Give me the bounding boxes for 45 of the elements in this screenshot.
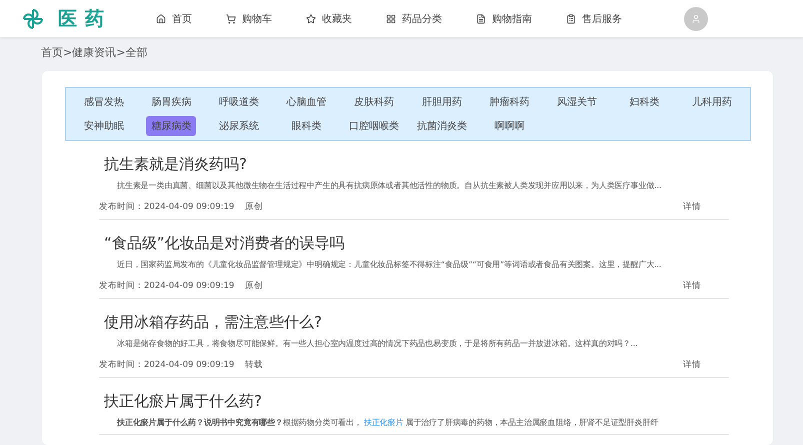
nav-link[interactable]: 售后服务 [554,12,634,26]
breadcrumb: 首页>健康资讯>全部 [40,45,148,61]
home-icon [156,14,166,24]
article-title[interactable]: 使用冰箱存药品，需注意些什么? [104,313,729,332]
category-tab[interactable]: 安神助眠 [78,116,129,136]
article-title[interactable]: “食品级”化妆品是对消费者的误导吗 [104,234,729,253]
category-tab[interactable]: 啊啊啊 [489,116,530,136]
nav-link[interactable]: 首页 [144,12,204,26]
category-tab[interactable]: 妇科类 [624,92,665,112]
category-tab[interactable]: 眼科类 [286,116,327,136]
publish-time: 发布时间：2024-04-09 09:09:19 [99,280,236,292]
star-icon [306,14,316,24]
category-tab[interactable]: 泌尿系统 [214,116,264,136]
category-tab[interactable]: 儿科用药 [687,92,738,112]
logo-icon [22,8,44,30]
category-tab[interactable]: 口腔咽喉类 [344,116,404,136]
publish-time: 发布时间：2024-04-09 09:09:19 [99,359,236,371]
detail-link[interactable]: 详情 [683,359,701,371]
category-tab[interactable]: 肝胆用药 [416,92,467,112]
article-title[interactable]: 抗生素就是消炎药吗? [104,155,729,174]
nav-link[interactable]: 购物指南 [464,12,544,26]
clipboard-icon [566,14,576,24]
category-tab[interactable]: 心脑血管 [282,92,332,112]
category-tab[interactable]: 肠胃疾病 [146,92,196,112]
nav-link[interactable]: 购物车 [214,12,284,26]
category-tab[interactable]: 抗菌消炎类 [412,116,472,136]
cart-icon [226,14,236,24]
article-source: 原创 [245,280,263,292]
category-tab[interactable]: 皮肤科药 [349,92,400,112]
category-tab[interactable]: 肿瘤科药 [484,92,534,112]
category-tab[interactable]: 呼吸道类 [214,92,264,112]
detail-link[interactable]: 详情 [683,201,701,213]
article-title[interactable]: 扶正化瘀片属于什么药? [104,392,729,411]
category-tab[interactable]: 风湿关节 [552,92,602,112]
nav-link[interactable]: 药品分类 [374,12,454,26]
grid-icon [386,14,396,24]
article-source: 转载 [245,359,263,371]
category-tab[interactable]: 感冒发热 [78,92,129,112]
document-icon [476,14,486,24]
logo-text: 医药 [58,6,112,32]
article-source: 原创 [245,201,263,213]
avatar[interactable] [684,6,708,30]
nav-link[interactable]: 收藏夹 [294,12,364,26]
publish-time: 发布时间：2024-04-09 09:09:19 [99,201,236,213]
detail-link[interactable]: 详情 [683,280,701,292]
